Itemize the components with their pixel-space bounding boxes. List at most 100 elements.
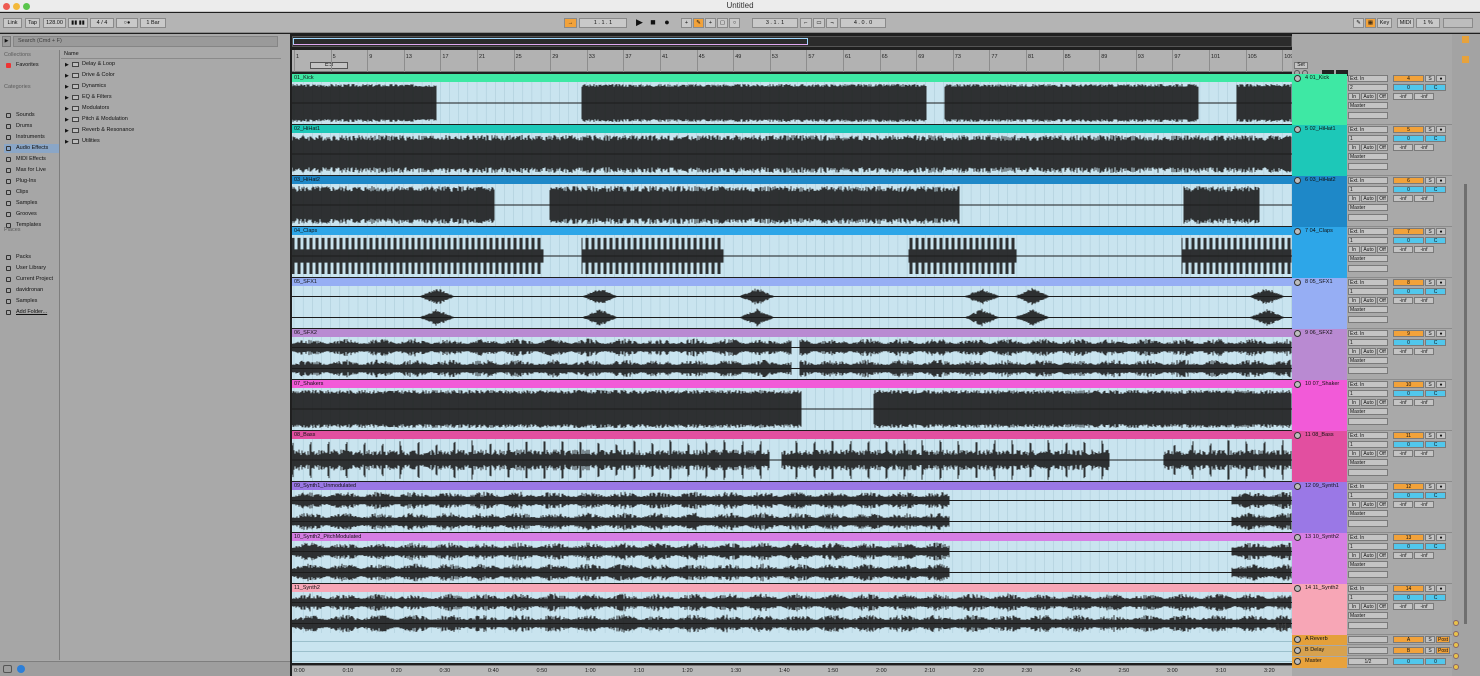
track-fold-icon[interactable] [1294, 279, 1301, 286]
expand-triangle-icon[interactable]: ▶ [65, 116, 69, 125]
audio-from-dropdown[interactable]: Ext. In [1348, 381, 1388, 388]
audio-to-dropdown[interactable]: Master [1348, 408, 1388, 415]
play-button[interactable]: ▶ [633, 18, 646, 28]
sidebar-item-category[interactable]: Audio Effects [4, 144, 59, 153]
send-b-field[interactable]: -inf [1414, 93, 1434, 100]
sidebar-item-category[interactable]: Sounds [4, 111, 59, 120]
sidebar-item-category[interactable]: Grooves [4, 210, 59, 219]
audio-from-dropdown[interactable]: Ext. In [1348, 279, 1388, 286]
monitor-in-button[interactable]: In [1348, 552, 1360, 559]
pan-field[interactable]: C [1425, 186, 1446, 193]
monitor-in-button[interactable]: In [1348, 297, 1360, 304]
browser-folder-item[interactable]: ▶ Delay & Loop [63, 60, 273, 69]
loop-length-field[interactable]: 4 . 0 . 0 [840, 18, 886, 28]
return-fold-icon[interactable] [1294, 647, 1301, 654]
volume-field[interactable]: 0 [1393, 339, 1424, 346]
track-name-header[interactable]: 8 05_SFX1 [1292, 278, 1347, 329]
return-lane[interactable] [292, 643, 1292, 652]
track-activator-button[interactable]: 6 [1393, 177, 1424, 184]
expand-triangle-icon[interactable]: ▶ [65, 61, 69, 70]
pan-field[interactable]: C [1425, 543, 1446, 550]
audio-to-dropdown[interactable]: Master [1348, 510, 1388, 517]
arm-button[interactable]: ● [1436, 432, 1446, 439]
return-activator-button[interactable]: A [1393, 636, 1424, 643]
monitor-auto-button[interactable]: Auto [1361, 348, 1376, 355]
monitor-off-button[interactable]: Off [1377, 246, 1388, 253]
sidebar-item-place[interactable]: User Library [4, 264, 59, 273]
send-b-field[interactable]: -inf [1414, 552, 1434, 559]
master-volume-field[interactable]: 0 [1393, 658, 1424, 665]
send-b-field[interactable]: -inf [1414, 195, 1434, 202]
pan-field[interactable]: C [1425, 288, 1446, 295]
punch-in-button[interactable]: ⌐ [800, 18, 812, 28]
monitor-off-button[interactable]: Off [1377, 93, 1388, 100]
follow-button[interactable]: → [564, 18, 577, 28]
track-name-header[interactable]: 5 02_HiHat1 [1292, 125, 1347, 176]
browser-folder-item[interactable]: ▶ Pitch & Modulation [63, 115, 273, 124]
sidebar-item-category[interactable]: Instruments [4, 133, 59, 142]
send-a-field[interactable]: -inf [1393, 450, 1413, 457]
punch-out-button[interactable]: ¬ [826, 18, 838, 28]
stop-button[interactable]: ■ [647, 18, 659, 28]
audio-track-lane[interactable]: 02_HiHat1 [292, 125, 1292, 175]
track-fold-icon[interactable] [1294, 432, 1301, 439]
quantize-menu[interactable]: 1 Bar [140, 18, 166, 28]
audio-to-dropdown[interactable]: Master [1348, 153, 1388, 160]
key-map-button[interactable]: Key [1377, 18, 1392, 28]
sidebar-item-category[interactable]: Max for Live [4, 166, 59, 175]
crossfader-toggle-icon[interactable] [1453, 653, 1459, 659]
audio-from-dropdown[interactable]: Ext. In [1348, 177, 1388, 184]
sidebar-item-category[interactable]: Drums [4, 122, 59, 131]
browser-folder-item[interactable]: ▶ Dynamics [63, 82, 273, 91]
audio-track-lane[interactable]: 11_Synth2 [292, 584, 1292, 634]
return-fold-icon[interactable] [1294, 636, 1301, 643]
track-name-header[interactable]: 11 08_Bass [1292, 431, 1347, 482]
volume-field[interactable]: 0 [1393, 390, 1424, 397]
monitor-in-button[interactable]: In [1348, 348, 1360, 355]
info-icon[interactable] [17, 665, 25, 673]
tap-tempo-button[interactable]: Tap [25, 18, 40, 28]
monitor-in-button[interactable]: In [1348, 450, 1360, 457]
audio-track-lane[interactable]: 01_Kick [292, 74, 1292, 124]
audio-track-lane[interactable]: 04_Claps [292, 227, 1292, 277]
pan-field[interactable]: C [1425, 492, 1446, 499]
volume-field[interactable]: 0 [1393, 543, 1424, 550]
monitor-in-button[interactable]: In [1348, 144, 1360, 151]
name-column-header[interactable]: Name [61, 50, 281, 59]
time-signature-field[interactable]: 4 / 4 [90, 18, 114, 28]
return-post-button[interactable]: Post [1436, 647, 1450, 654]
nudge-buttons[interactable]: ▮▮ ▮▮ [68, 18, 88, 28]
return-track-name[interactable]: B Delay [1292, 646, 1347, 656]
track-fold-icon[interactable] [1294, 483, 1301, 490]
browser-toggle-icon[interactable]: ▶ [2, 36, 11, 47]
audio-from-dropdown[interactable]: Ext. In [1348, 75, 1388, 82]
audio-from-dropdown[interactable]: Ext. In [1348, 432, 1388, 439]
input-channel-dropdown[interactable]: 1 [1348, 339, 1388, 346]
overview-visible-region[interactable] [293, 38, 808, 45]
track-name-header[interactable]: 7 04_Claps [1292, 227, 1347, 278]
clip-header[interactable]: 01_Kick [292, 74, 1292, 82]
monitor-off-button[interactable]: Off [1377, 450, 1388, 457]
track-activator-button[interactable]: 10 [1393, 381, 1424, 388]
input-channel-dropdown[interactable]: 1 [1348, 237, 1388, 244]
audio-to-dropdown[interactable]: Master [1348, 306, 1388, 313]
track-fold-icon[interactable] [1294, 177, 1301, 184]
clip-header[interactable]: 04_Claps [292, 227, 1292, 235]
clip-header[interactable]: 03_HiHat2 [292, 176, 1292, 184]
sidebar-item-place[interactable]: Packs [4, 253, 59, 262]
clip-header[interactable]: 11_Synth2 [292, 584, 1292, 592]
sidebar-item-place[interactable]: davidronan [4, 286, 59, 295]
track-name-header[interactable]: 12 09_Synth1 [1292, 482, 1347, 533]
track-fold-icon[interactable] [1294, 534, 1301, 541]
expand-triangle-icon[interactable]: ▶ [65, 138, 69, 147]
audio-from-dropdown[interactable]: Ext. In [1348, 228, 1388, 235]
metronome-button[interactable]: ○● [116, 18, 138, 28]
sidebar-item-category[interactable]: Samples [4, 199, 59, 208]
expand-triangle-icon[interactable]: ▶ [65, 94, 69, 103]
send-b-field[interactable]: -inf [1414, 450, 1434, 457]
beat-time-ruler[interactable]: ⊏⊐ 1 5 9 13 17 21 25 29 33 37 41 45 49 53 57 61 65 69 73 77… [292, 50, 1293, 72]
track-activator-button[interactable]: 12 [1393, 483, 1424, 490]
pan-field[interactable]: C [1425, 390, 1446, 397]
time-ruler[interactable]: 0:00 0:10 0:20 0:30 0:40 0:50 1:00 1:10 1:20 1:30… [292, 665, 1292, 676]
master-track-name[interactable]: Master [1292, 657, 1347, 668]
